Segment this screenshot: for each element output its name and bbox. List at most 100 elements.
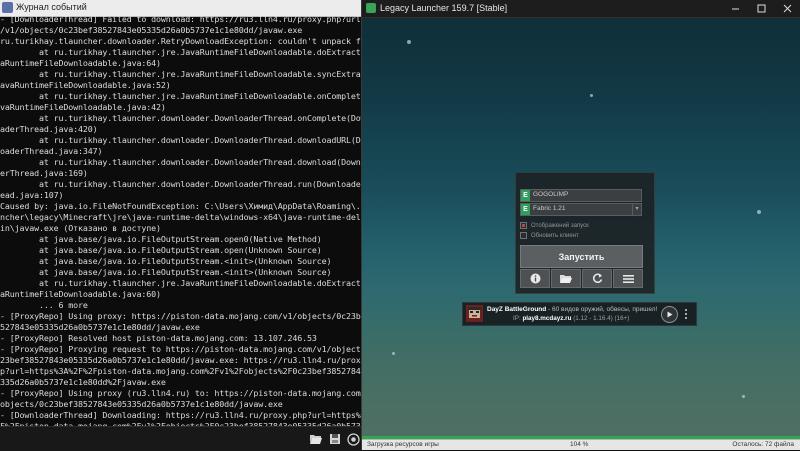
log-line: ncher\legacy\Minecraft\jre\java-runtime-… xyxy=(0,212,361,222)
log-window-title: Журнал событий xyxy=(16,2,87,12)
log-line: at ru.turikhay.tlauncher.jre.JavaRuntime… xyxy=(0,47,361,57)
refresh-icon xyxy=(592,273,602,283)
log-app-icon xyxy=(2,2,13,13)
log-line: - [ProxyRepo] Using proxy: https://pisto… xyxy=(0,311,361,321)
server-avatar xyxy=(466,305,483,322)
menu-button[interactable] xyxy=(613,269,643,288)
server-name: DayZ BattleGround xyxy=(487,306,547,313)
background-particle xyxy=(590,94,593,97)
log-line: at ru.turikhay.tlauncher.downloader.Down… xyxy=(0,113,361,123)
account-type-icon: E xyxy=(521,190,530,201)
log-line: at ru.turikhay.tlauncher.jre.JavaRuntime… xyxy=(0,91,361,101)
username-field[interactable]: E GOGOLIMP xyxy=(520,189,642,202)
log-line: 23bef38527843e05335d26a0b5737e1c1e80dd/j… xyxy=(0,355,361,365)
log-line: - [ProxyRepo] Resolved host piston-data.… xyxy=(0,333,317,343)
status-bar: Загрузка ресурсов игры 104 % Осталось: 7… xyxy=(362,439,800,450)
status-text: Загрузка ресурсов игры xyxy=(367,441,439,448)
launcher-titlebar: Legacy Launcher 159.7 [Stable] xyxy=(362,0,800,18)
log-line: at ru.turikhay.tlauncher.jre.JavaRuntime… xyxy=(0,69,361,79)
log-line: at ru.turikhay.tlauncher.downloader.Down… xyxy=(0,157,361,167)
launcher-app-icon xyxy=(366,3,376,13)
folder-icon xyxy=(560,274,572,283)
dot xyxy=(685,312,687,315)
log-line: at java.base/java.io.FileOutputStream.<i… xyxy=(0,256,332,266)
checkbox-hidden-start-label: Отображений запуск xyxy=(531,222,589,229)
play-button[interactable]: Запустить xyxy=(520,245,643,268)
server-ip: play8.mcdayz.ru xyxy=(522,315,572,322)
log-line: oaderThread.java:347) xyxy=(0,146,103,156)
launcher-window: Legacy Launcher 159.7 [Stable] E GOGOLIM… xyxy=(362,0,800,450)
log-line: erThread.java:169) xyxy=(0,168,88,178)
log-line: at java.base/java.io.FileOutputStream.op… xyxy=(0,234,322,244)
log-line: aRuntimeFileDownloadable.java:60) xyxy=(0,289,161,299)
play-icon xyxy=(667,311,673,318)
login-panel: E GOGOLIMP E Fabric 1.21 ▾ Отображений з… xyxy=(515,172,655,294)
folder-button[interactable] xyxy=(551,269,581,288)
checkbox-update-client-label: Обновить клиент xyxy=(531,232,579,239)
server-play-button[interactable] xyxy=(661,306,678,323)
server-ip-label: IP: xyxy=(513,315,521,322)
server-version-info: (1.12 - 1.16.4) (16+) xyxy=(573,315,630,322)
background-particle xyxy=(742,395,745,398)
log-output[interactable]: - [DownloaderThread] Failed to download:… xyxy=(0,14,361,426)
log-line: at ru.turikhay.tlauncher.downloader.Down… xyxy=(0,179,361,189)
log-line: in\javaw.exe (Отказано в доступе) xyxy=(0,223,161,233)
info-button[interactable] xyxy=(520,269,550,288)
log-line: p?url=https%3A%2F%2Fpiston-data.mojang.c… xyxy=(0,366,361,376)
log-line: avaRuntimeFileDownloadable.java:52) xyxy=(0,80,171,90)
background-particle xyxy=(407,40,411,44)
log-line: /v1/objects/0c23bef38527843e05335d26a0b5… xyxy=(0,25,303,35)
folder-open-icon[interactable] xyxy=(308,431,324,447)
log-line: at java.base/java.io.FileOutputStream.<i… xyxy=(0,267,332,277)
refresh-button[interactable] xyxy=(582,269,612,288)
hidden-start-checkbox[interactable]: Отображений запуск xyxy=(520,221,589,230)
log-line: 335d26a0b5737e1c1e80dd%2Fjavaw.exe xyxy=(0,377,166,387)
info-icon xyxy=(530,273,540,284)
username-value: GOGOLIMP xyxy=(533,191,569,198)
log-line: aRuntimeFileDownloadable.java:64) xyxy=(0,58,161,68)
log-line: vaRuntimeFileDownloadable.java:42) xyxy=(0,102,166,112)
save-icon[interactable] xyxy=(327,431,343,447)
log-footer xyxy=(0,426,361,451)
log-window: Журнал событий - [DownloaderThread] Fail… xyxy=(0,0,362,451)
log-line: - [DownloaderThread] Downloading: https:… xyxy=(0,410,361,420)
status-remaining: Осталось: 72 файла xyxy=(732,441,794,448)
server-title-line: DayZ BattleGround - 60 видов оружий, обв… xyxy=(487,306,657,313)
log-line: ... 6 more xyxy=(0,300,88,310)
server-more-button[interactable] xyxy=(681,306,691,321)
log-line: objects/0c23bef38527843e05335d26a0b5737e… xyxy=(0,399,283,409)
checkbox-hidden-start[interactable] xyxy=(520,222,527,229)
log-line: - [ProxyRepo] Proxying request to https:… xyxy=(0,344,361,354)
close-icon[interactable] xyxy=(774,0,800,17)
launcher-window-title: Legacy Launcher 159.7 [Stable] xyxy=(380,3,508,13)
log-line: - [DownloaderThread] Failed to download:… xyxy=(0,14,361,24)
background-particle xyxy=(392,352,395,355)
kill-process-icon[interactable] xyxy=(345,431,361,447)
minimize-icon[interactable] xyxy=(722,0,748,17)
log-line: at ru.turikhay.tlauncher.downloader.Down… xyxy=(0,135,361,145)
log-lines: - [DownloaderThread] Failed to download:… xyxy=(0,14,361,426)
log-line: ru.turikhay.tlauncher.downloader.RetryDo… xyxy=(0,36,361,46)
log-line: - [ProxyRepo] Using proxy (ru3.lln4.ru) … xyxy=(0,388,361,398)
server-ip-line: IP: play8.mcdayz.ru (1.12 - 1.16.4) (16+… xyxy=(513,315,629,322)
log-line: at ru.turikhay.tlauncher.jre.JavaRuntime… xyxy=(0,278,361,288)
menu-icon xyxy=(622,274,634,283)
server-card[interactable]: DayZ BattleGround - 60 видов оружий, обв… xyxy=(462,302,697,326)
log-line: at java.base/java.io.FileOutputStream.op… xyxy=(0,245,322,255)
background-particle xyxy=(757,210,761,214)
update-client-checkbox[interactable]: Обновить клиент xyxy=(520,231,579,240)
version-type-icon: E xyxy=(521,204,530,215)
maximize-icon[interactable] xyxy=(748,0,774,17)
chevron-down-icon[interactable]: ▾ xyxy=(632,204,641,215)
log-line: Caused by: java.io.FileNotFoundException… xyxy=(0,201,361,211)
status-percent: 104 % xyxy=(570,441,589,448)
log-line: ead.java:107) xyxy=(0,190,64,200)
log-line: aderThread.java:420) xyxy=(0,124,98,134)
log-line: 527843e05335d26a0b5737e1c1e80dd/javaw.ex… xyxy=(0,322,200,332)
server-description: - 60 видов оружий, обвесы, пришел! xyxy=(546,306,658,313)
checkbox-update-client[interactable] xyxy=(520,232,527,239)
version-select[interactable]: E Fabric 1.21 ▾ xyxy=(520,203,642,216)
version-value: Fabric 1.21 xyxy=(533,205,566,212)
dot xyxy=(685,308,687,311)
dot xyxy=(685,316,687,319)
